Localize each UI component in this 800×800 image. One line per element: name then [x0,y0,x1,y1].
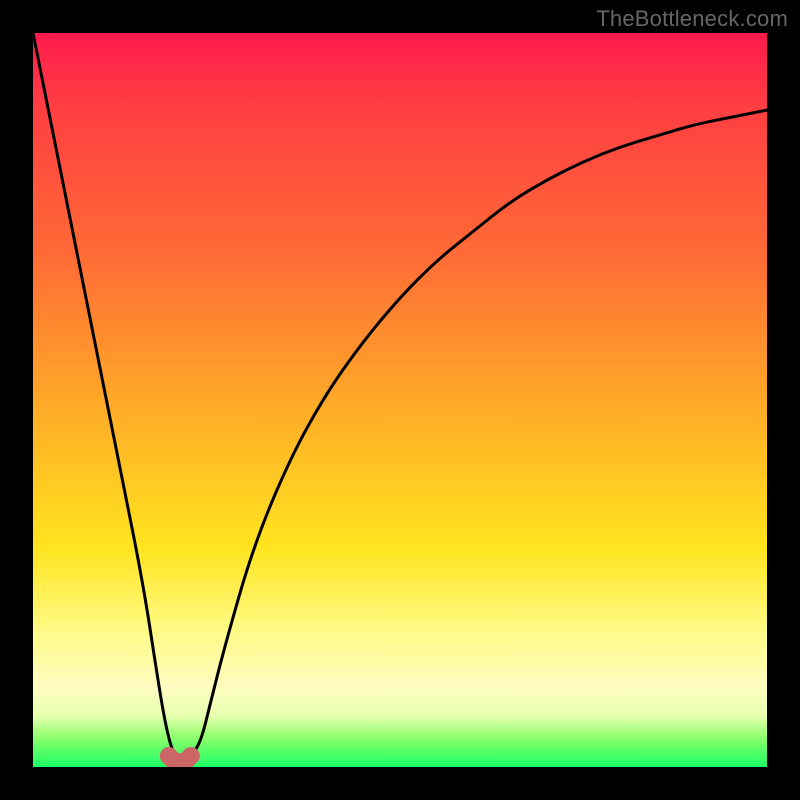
valley-marker-group [160,747,200,767]
curve-svg [33,33,767,767]
valley-marker-dot [182,747,200,765]
plot-area [33,33,767,767]
chart-frame: TheBottleneck.com [0,0,800,800]
bottleneck-curve-path [33,33,767,760]
watermark-text: TheBottleneck.com [596,6,788,32]
